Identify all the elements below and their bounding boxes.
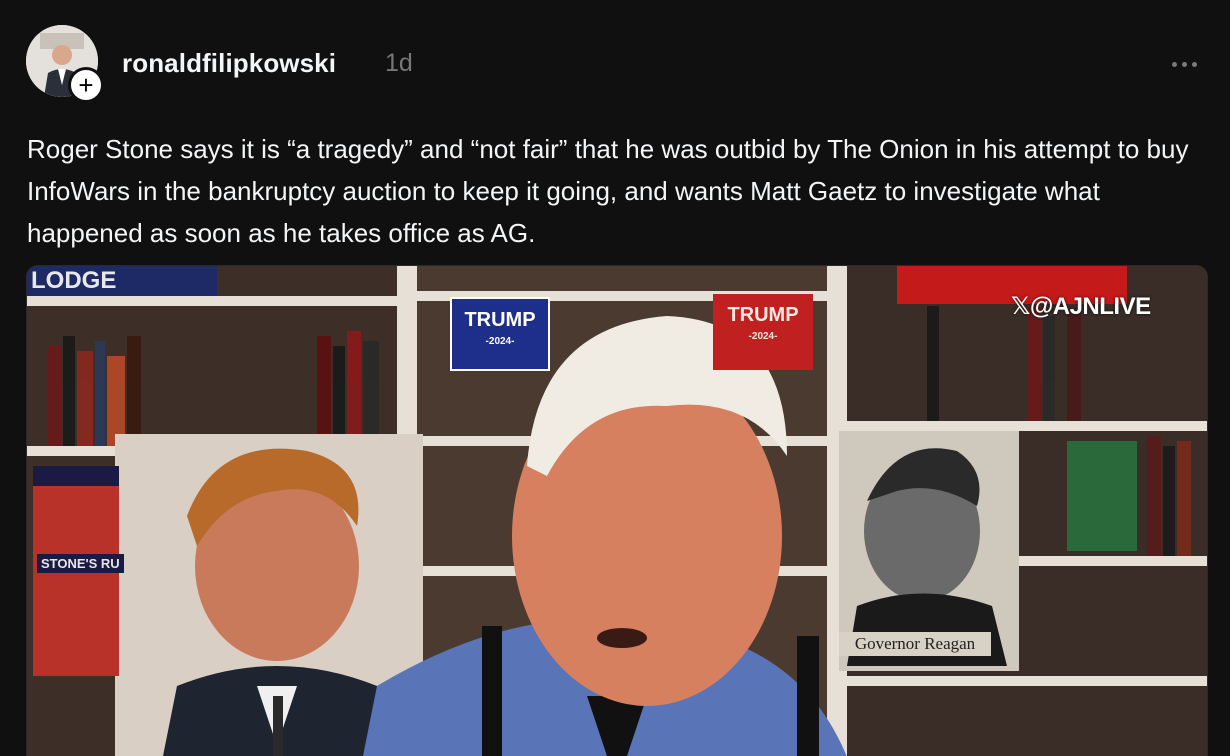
post-video[interactable]: LODGE TRUMP -2024- TRUMP -2024- STONE'S … <box>26 265 1208 756</box>
trump-sign-blue-year: -2024- <box>485 336 515 347</box>
reagan-label: Governor Reagan <box>839 632 991 656</box>
trump-sign-red: TRUMP -2024- <box>713 294 813 370</box>
thread-post: + ronaldfilipkowski 1d Roger Stone says … <box>0 0 1230 756</box>
x-logo-icon: 𝕏 <box>1011 293 1030 320</box>
trump-sign-blue-title: TRUMP <box>464 309 536 331</box>
trump-sign-blue: TRUMP -2024- <box>450 297 550 371</box>
avatar-container[interactable]: + <box>26 25 104 103</box>
video-watermark: 𝕏@AJNLIVE <box>1011 292 1151 321</box>
watermark-handle: @AJNLIVE <box>1029 293 1151 320</box>
more-options-icon[interactable] <box>1172 60 1204 68</box>
trump-sign-red-year: -2024- <box>748 331 778 342</box>
stones-rules-label: STONE'S RU <box>37 554 124 573</box>
username[interactable]: ronaldfilipkowski <box>122 48 336 79</box>
post-timestamp[interactable]: 1d <box>385 49 413 78</box>
trump-sign-red-title: TRUMP <box>727 304 799 326</box>
post-caption: Roger Stone says it is “a tragedy” and “… <box>27 134 1189 248</box>
follow-plus-icon[interactable]: + <box>68 67 104 103</box>
video-frame <box>27 266 1207 756</box>
lodge-sign: LODGE <box>27 266 217 296</box>
